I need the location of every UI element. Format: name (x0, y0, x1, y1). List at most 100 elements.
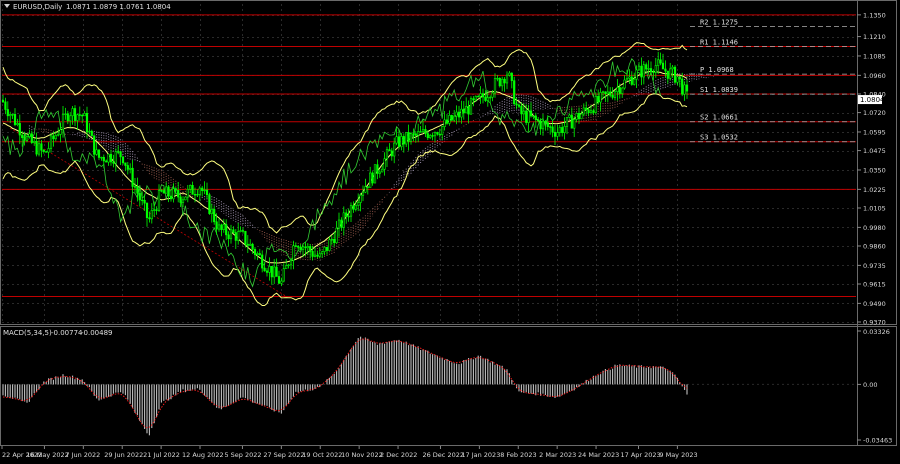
date-tick-label: 16 May 2022 (26, 451, 68, 459)
candle-body (321, 251, 324, 255)
candle-body (93, 135, 96, 155)
candle-body (527, 110, 530, 123)
candle-body (37, 143, 41, 155)
candle-body (294, 245, 297, 247)
candle-body (513, 80, 516, 105)
candle-body (376, 164, 379, 174)
candle-body (335, 227, 338, 244)
candle-body (328, 239, 331, 251)
date-tick-label: 24 Mar 2023 (578, 451, 619, 459)
candle-body (47, 148, 50, 153)
candles (1, 51, 689, 287)
candle-body (597, 96, 600, 103)
candle-body (623, 79, 626, 89)
candle-body (669, 68, 672, 79)
candle-body (642, 64, 645, 78)
candle-body (515, 103, 518, 106)
current-price-text: 1.0804 (860, 96, 885, 104)
candle-body (373, 164, 377, 184)
candle-body (409, 133, 413, 142)
candle-body (52, 135, 55, 140)
candle-body (333, 239, 336, 244)
candle-body (628, 76, 631, 79)
candle-body (561, 127, 564, 133)
candle-body (457, 111, 461, 118)
bollinger-lower (2, 93, 688, 306)
candle-body (633, 78, 636, 85)
candle-body (73, 108, 77, 121)
candle-body (100, 156, 103, 159)
candle-body (649, 68, 653, 73)
candle-body (263, 267, 266, 272)
candle-body (196, 194, 199, 196)
candle-body (301, 246, 305, 250)
candle-body (184, 196, 187, 201)
candle-body (604, 91, 607, 95)
candle-body (477, 95, 480, 98)
candle-body (229, 229, 233, 240)
candle-body (630, 76, 633, 85)
candle-body (393, 142, 396, 157)
candle-body (225, 224, 228, 236)
price-tick-label: 0.9490 (863, 300, 886, 308)
candle-body (76, 114, 79, 121)
candle-body (347, 215, 350, 218)
main-pane-border (0, 0, 897, 325)
pivot-label: P 1.0968 (700, 66, 734, 74)
candle-body (544, 120, 547, 123)
date-tick-label: 7 Jun 2022 (65, 451, 100, 459)
price-tick-label: 0.9980 (863, 224, 886, 232)
candle-body (448, 115, 451, 124)
candle-body (304, 246, 307, 249)
candle-body (661, 62, 665, 70)
candle-body (289, 260, 293, 266)
date-tick-label: 26 Dec 2022 (422, 451, 464, 459)
candle-body (275, 266, 278, 277)
candle-body (33, 140, 36, 143)
candle-body (299, 247, 302, 250)
candle-body (244, 231, 247, 245)
candle-body (587, 109, 590, 114)
candle-body (419, 131, 422, 133)
candle-body (613, 91, 617, 98)
candle-body (90, 130, 93, 136)
candle-body (450, 115, 453, 121)
candle-body (273, 266, 276, 278)
candle-body (160, 190, 163, 192)
candle-body (167, 186, 170, 197)
chart-menu-triangle-icon[interactable] (4, 4, 10, 8)
pivot-labels: R2 1.1275 R1 1.1146 P 1.0968 S1 1.0839 S2 1.… (690, 18, 856, 143)
macd-label: MACD(5,34,5) (3, 329, 52, 337)
candle-body (501, 78, 504, 87)
candle-body (112, 161, 115, 164)
candle-body (666, 70, 669, 79)
pivot-label: S3 1.0532 (700, 134, 738, 142)
candle-body (378, 171, 381, 174)
candle-body (532, 115, 535, 117)
candle-body (208, 194, 211, 214)
candle-body (443, 119, 446, 127)
date-axis: 22 Apr 202216 May 20227 Jun 2022 29 Jun 2… (1, 446, 698, 459)
candle-body (49, 135, 53, 149)
candle-body (388, 149, 391, 152)
candle-body (673, 66, 677, 83)
candle-body (237, 231, 240, 241)
candle-body (381, 168, 384, 173)
candle-body (481, 93, 485, 98)
candle-body (165, 186, 168, 194)
date-tick-label: 9 May 2023 (659, 451, 697, 459)
candle-body (551, 126, 554, 133)
candle-body (105, 160, 108, 163)
price-tick-label: 1.0960 (863, 72, 886, 80)
date-tick-label: 12 Aug 2022 (182, 451, 224, 459)
candle-body (119, 151, 122, 158)
candle-body (292, 245, 295, 261)
candle-body (599, 92, 602, 103)
candle-body (553, 131, 557, 137)
candle-body (503, 78, 506, 84)
candle-body (645, 64, 648, 70)
candle-body (541, 120, 545, 130)
candle-body (609, 91, 612, 96)
candle-body (177, 189, 180, 198)
candle-body (220, 224, 223, 230)
